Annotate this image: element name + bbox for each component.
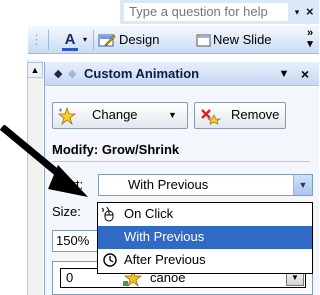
new-slide-button[interactable]: New Slide bbox=[213, 31, 272, 49]
section-divider bbox=[52, 161, 310, 162]
back-arrow-icon[interactable]: ◆ bbox=[54, 64, 66, 84]
clock-icon bbox=[103, 253, 117, 267]
change-effect-star-icon bbox=[58, 107, 76, 125]
forward-arrow-icon[interactable]: ◆ bbox=[68, 64, 80, 84]
start-dropdown-button[interactable]: ▼ bbox=[293, 175, 312, 195]
toolbar-separator bbox=[93, 30, 94, 50]
toolbar-options-button[interactable]: » ▾ bbox=[302, 28, 318, 50]
change-effect-dropdown-icon: ▼ bbox=[168, 110, 177, 120]
start-option-label: With Previous bbox=[124, 229, 205, 244]
start-option-label: After Previous bbox=[124, 252, 206, 267]
scroll-up-button[interactable]: ▲ bbox=[27, 62, 43, 78]
size-select-value: 150% bbox=[56, 233, 90, 248]
list-item-number: 0 bbox=[66, 270, 74, 285]
toolbar-grip-icon[interactable]: ⋮ bbox=[30, 32, 43, 48]
design-icon[interactable] bbox=[98, 32, 116, 48]
task-pane-menu-button[interactable]: ▼ bbox=[276, 64, 292, 84]
start-select-value: With Previous bbox=[128, 177, 209, 192]
size-label: Size: bbox=[52, 204, 81, 219]
toolbar-options-dropdown-icon: ▾ bbox=[307, 38, 313, 50]
new-slide-icon[interactable] bbox=[196, 33, 212, 47]
remove-effect-icon bbox=[201, 109, 222, 125]
design-button[interactable]: Design bbox=[119, 31, 159, 49]
window-close-button[interactable]: × bbox=[306, 2, 319, 22]
mouse-icon bbox=[101, 206, 114, 222]
font-color-dropdown-icon[interactable]: ▾ bbox=[80, 33, 90, 47]
help-dropdown-button[interactable]: ▾ bbox=[290, 4, 304, 20]
help-question-input[interactable]: Type a question for help bbox=[124, 3, 288, 21]
change-effect-label: Change bbox=[92, 107, 138, 122]
font-color-swatch bbox=[62, 48, 78, 51]
start-option-label: On Click bbox=[124, 206, 174, 221]
pointer-arrow-icon bbox=[0, 125, 88, 197]
task-pane-close-button[interactable]: × bbox=[296, 63, 314, 85]
task-pane-title: Custom Animation bbox=[84, 66, 200, 81]
remove-effect-label: Remove bbox=[231, 107, 280, 122]
toolbar-separator bbox=[48, 30, 49, 50]
